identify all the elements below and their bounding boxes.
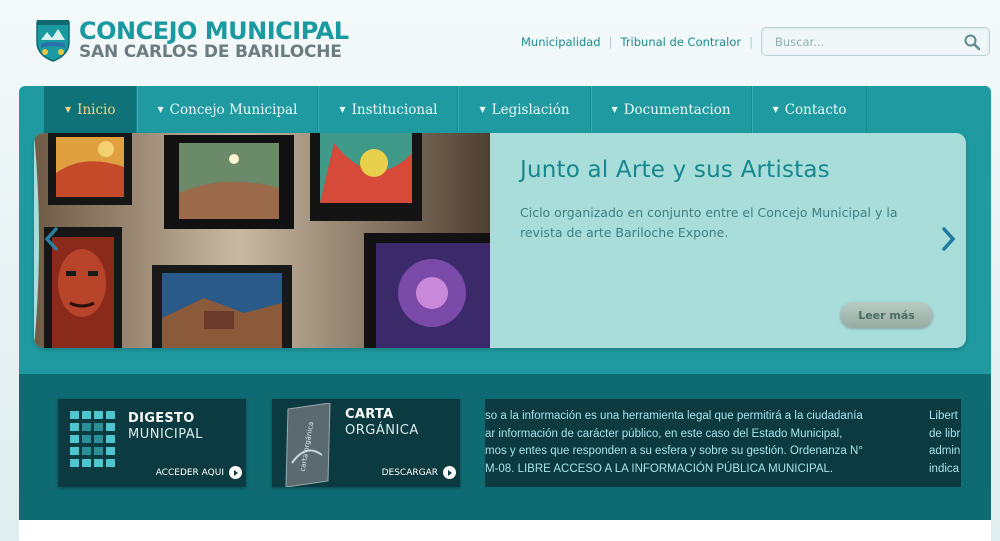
caret-down-icon: ▼ — [772, 105, 779, 114]
caret-down-icon: ▼ — [65, 105, 72, 114]
nav-item-label: Legislación — [491, 101, 570, 118]
site-logo[interactable]: CONCEJO MUNICIPAL SAN CARLOS DE BARILOCH… — [33, 17, 349, 62]
prev-slide-chevron-icon[interactable] — [42, 225, 60, 253]
tribunal-contralor-link[interactable]: Tribunal de Contralor — [620, 35, 741, 49]
acceder-aqui-link[interactable]: ACCEDER AQUI — [156, 466, 242, 479]
ticker-main-text: so a la información es una herramienta l… — [485, 408, 925, 478]
caret-down-icon: ▼ — [339, 105, 346, 114]
caret-down-icon: ▼ — [157, 105, 164, 114]
shield-crest-icon — [36, 20, 70, 62]
nav-item-label: Inicio — [77, 101, 116, 118]
caret-down-icon: ▼ — [611, 105, 618, 114]
nav-item-label: Contacto — [784, 101, 847, 118]
hero-slider: Junto al Arte y sus Artistas Ciclo organ… — [34, 133, 966, 348]
ticker-line: Libert — [929, 410, 958, 422]
municipalidad-link[interactable]: Municipalidad — [521, 35, 601, 49]
caret-down-icon: ▼ — [479, 105, 486, 114]
nav-item-contacto[interactable]: ▼ Contacto — [751, 86, 868, 133]
slide-description: Ciclo organizado en conjunto entre el Co… — [520, 205, 898, 240]
ticker-line: ar información de carácter público, en e… — [485, 427, 843, 440]
carta-title: CARTA — [345, 407, 394, 422]
ticker-line: de libr — [929, 427, 961, 440]
main-nav: ▼ Inicio ▼ Concejo Municipal ▼ Instituci… — [44, 86, 868, 133]
top-links: Municipalidad | Tribunal de Contralor | — [521, 35, 753, 49]
digesto-grid-icon — [70, 411, 115, 467]
search-input[interactable] — [762, 28, 952, 55]
book-cover-icon: carta orgánica — [285, 403, 331, 487]
cta-label: ACCEDER AQUI — [155, 467, 224, 478]
ticker-line: so a la información es una herramienta l… — [485, 410, 863, 422]
ticker-line: mos y entes que responden a su esfera y … — [485, 445, 863, 457]
carta-subtitle: ORGÁNICA — [345, 423, 419, 438]
nav-item-documentacion[interactable]: ▼ Documentacion — [590, 86, 752, 133]
cta-label: DESCARGAR — [381, 467, 438, 478]
search-box — [761, 27, 990, 56]
features-band: DIGESTO MUNICIPAL ACCEDER AQUI carta org… — [19, 371, 991, 520]
ticker-next-text: Libert de libr admin indica — [929, 408, 960, 478]
play-circle-icon — [443, 466, 456, 479]
ticker-line: indica — [929, 462, 960, 475]
carta-organica-card[interactable]: carta orgánica CARTA ORGÁNICA DESCARGAR — [272, 399, 460, 487]
link-separator: | — [749, 35, 754, 49]
digesto-title: DIGESTO — [128, 411, 195, 426]
slide-title: Junto al Arte y sus Artistas — [520, 157, 830, 183]
logo-title: CONCEJO MUNICIPAL — [79, 17, 349, 45]
art-gallery-photo — [34, 133, 490, 348]
nav-item-concejo-municipal[interactable]: ▼ Concejo Municipal — [136, 86, 319, 133]
read-more-button[interactable]: Leer más — [840, 302, 933, 328]
search-icon[interactable] — [963, 33, 981, 51]
play-circle-icon — [229, 466, 242, 479]
nav-item-label: Institucional — [351, 101, 438, 118]
nav-item-institucional[interactable]: ▼ Institucional — [318, 86, 459, 133]
nav-item-inicio[interactable]: ▼ Inicio — [44, 86, 137, 133]
ticker-line: admin — [929, 445, 961, 457]
nav-item-legislacion[interactable]: ▼ Legislación — [458, 86, 591, 133]
descargar-link[interactable]: DESCARGAR — [382, 466, 456, 479]
ticker-line: M-08. LIBRE ACCESO A LA INFORMACIÓN PÚBL… — [485, 462, 834, 475]
content-area-top — [19, 520, 991, 541]
news-ticker: so a la información es una herramienta l… — [485, 399, 961, 487]
digesto-municipal-card[interactable]: DIGESTO MUNICIPAL ACCEDER AQUI — [58, 399, 246, 487]
nav-item-label: Concejo Municipal — [169, 101, 298, 118]
next-slide-chevron-icon[interactable] — [940, 225, 958, 253]
main-frame: ▼ Inicio ▼ Concejo Municipal ▼ Instituci… — [19, 86, 991, 520]
logo-subtitle: SAN CARLOS DE BARILOCHE — [79, 42, 342, 62]
nav-item-label: Documentacion — [623, 101, 731, 118]
digesto-subtitle: MUNICIPAL — [128, 427, 203, 442]
link-separator: | — [608, 35, 613, 49]
